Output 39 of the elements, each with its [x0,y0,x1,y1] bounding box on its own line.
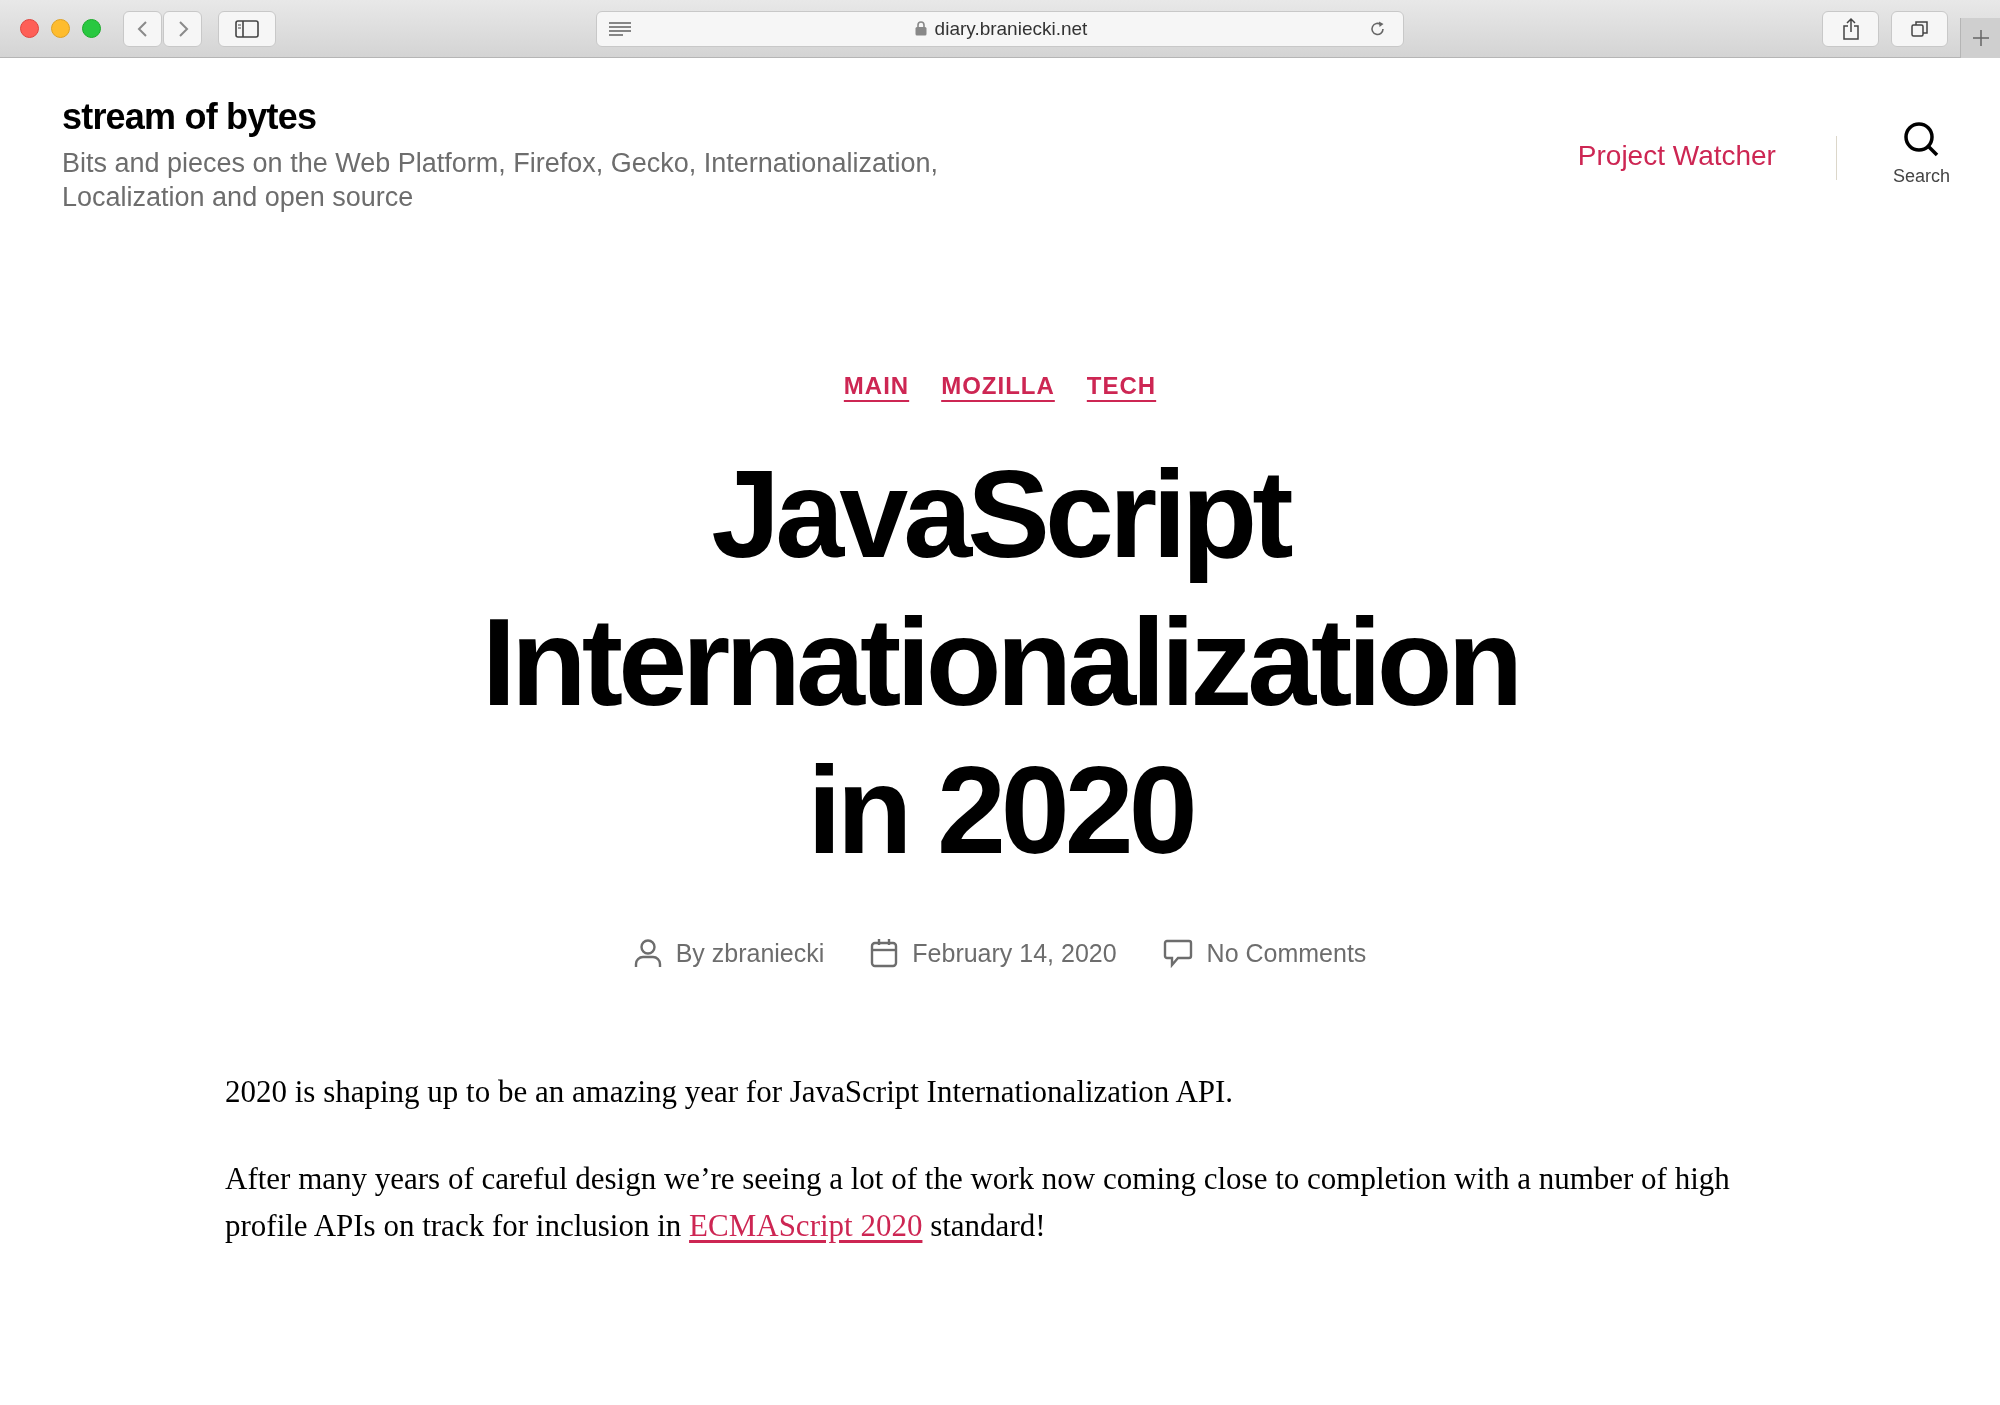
calendar-icon [870,938,899,968]
post-title-line: in 2020 [807,740,1193,881]
back-chevron-icon [135,18,150,39]
nav-link[interactable]: Project Watcher [1577,140,1776,172]
post-title-line: JavaScript [711,444,1289,585]
post-title-line: Internationalization [481,592,1519,733]
plus-icon [1971,29,1990,47]
new-tab-button[interactable] [1960,18,2000,58]
site-title[interactable]: stream of bytes [62,96,1052,138]
back-button[interactable] [123,10,162,47]
reader-icon [609,20,633,37]
tabs-overview-button[interactable] [1891,10,1948,47]
category-link[interactable]: TECH [1086,372,1157,400]
lock-icon [914,21,927,36]
sidebar-icon [235,19,259,38]
tabs-icon [1909,18,1930,39]
body-paragraph: After many years of careful design we’re seeing a lot of the work now coming close to completion with a number of high profile APIs on track for inclusion in ECMAScript 2020 standard! [225,1160,1731,1245]
url-text: diary.braniecki.net [934,17,1088,40]
forward-button[interactable] [163,10,202,47]
search-icon [1902,120,1941,158]
reload-icon[interactable] [1369,19,1387,38]
address-bar[interactable]: diary.braniecki.net [596,10,1404,47]
zoom-window-button[interactable] [82,19,101,38]
comments-link[interactable]: No Comments [1206,938,1367,968]
minimize-window-button[interactable] [51,19,70,38]
category-link[interactable]: MAIN [843,372,910,400]
share-button[interactable] [1822,10,1879,47]
speech-bubble-icon [1162,938,1193,968]
author-link[interactable]: By zbraniecki [675,938,825,968]
share-icon [1841,16,1860,41]
body-paragraph: 2020 is shaping up to be an amazing year for JavaScript Internationalization API. [225,1073,1235,1111]
post-date-link[interactable]: February 14, 2020 [912,938,1117,968]
search-toggle[interactable]: Search [1892,120,1950,187]
person-icon [633,938,662,968]
ecmascript-link[interactable]: ECMAScript 2020 [689,1208,923,1243]
category-link[interactable]: MOZILLA [941,372,1055,400]
site-tagline: Bits and pieces on the Web Platform, Firefox, Gecko, Internationalization, Localization and open source [62,147,939,214]
sidebar-button[interactable] [218,10,276,47]
close-window-button[interactable] [20,19,39,38]
